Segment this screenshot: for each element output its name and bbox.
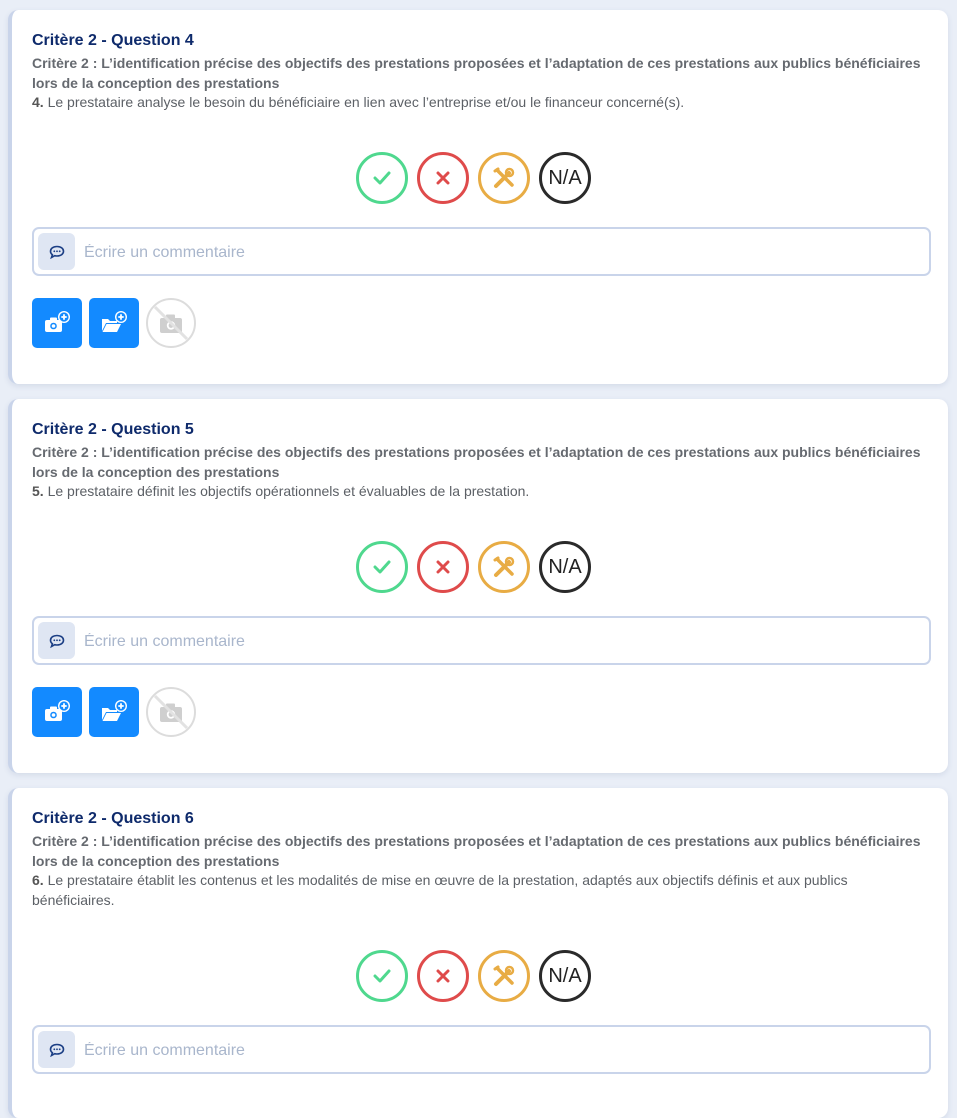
no-photo-button [146, 687, 196, 737]
comment-icon [38, 1031, 75, 1068]
question-card-4: Critère 2 - Question 4 Critère 2 : L’ide… [8, 10, 948, 384]
question-number: 4. [32, 94, 44, 110]
add-file-button[interactable] [89, 298, 139, 348]
answer-amelioration-button[interactable] [478, 950, 530, 1002]
question-title: Critère 2 - Question 4 [32, 32, 194, 49]
comment-box [32, 616, 931, 665]
question-text: 6. Le prestataire établit les contenus e… [32, 870, 892, 910]
comment-icon [38, 233, 75, 270]
answer-na-button[interactable]: N/A [539, 950, 591, 1002]
add-photo-button[interactable] [32, 687, 82, 737]
question-body: Le prestataire établit les contenus et l… [32, 872, 848, 908]
no-photo-icon [153, 694, 189, 730]
question-number: 6. [32, 872, 44, 888]
answer-group: N/A [356, 950, 591, 1002]
tools-icon [493, 965, 515, 986]
answer-amelioration-button[interactable] [478, 152, 530, 204]
question-text: 4. Le prestataire analyse le besoin du b… [32, 92, 892, 112]
no-photo-button [146, 298, 196, 348]
answer-conforme-button[interactable] [356, 541, 408, 593]
check-icon [373, 969, 391, 983]
cross-icon [436, 560, 450, 574]
question-title: Critère 2 - Question 6 [32, 810, 194, 827]
question-body: Le prestataire analyse le besoin du béné… [43, 94, 685, 110]
comment-box [32, 1025, 931, 1074]
no-photo-icon [153, 305, 189, 341]
cross-icon [436, 969, 450, 983]
answer-amelioration-button[interactable] [478, 541, 530, 593]
answer-na-button[interactable]: N/A [539, 152, 591, 204]
check-icon [373, 560, 391, 574]
comment-box [32, 227, 931, 276]
comment-icon [38, 622, 75, 659]
comment-input[interactable] [82, 229, 916, 276]
camera-add-icon [45, 311, 70, 332]
tools-icon [493, 167, 515, 188]
answer-group: N/A [356, 541, 591, 593]
tools-icon [493, 556, 515, 577]
question-title: Critère 2 - Question 5 [32, 421, 194, 438]
media-buttons [32, 298, 196, 348]
critere-text: Critère 2 : L’identification précise des… [32, 444, 921, 480]
folder-add-icon [102, 311, 127, 332]
comment-input[interactable] [82, 618, 916, 665]
question-card-6: Critère 2 - Question 6 Critère 2 : L’ide… [8, 788, 948, 1118]
add-photo-button[interactable] [32, 298, 82, 348]
media-buttons [32, 687, 196, 737]
question-number: 5. [32, 483, 44, 499]
question-body: Le prestataire définit les objectifs opé… [43, 483, 530, 499]
answer-non-conforme-button[interactable] [417, 541, 469, 593]
answer-na-button[interactable]: N/A [539, 541, 591, 593]
cross-icon [436, 171, 450, 185]
question-card-5: Critère 2 - Question 5 Critère 2 : L’ide… [8, 399, 948, 773]
add-file-button[interactable] [89, 687, 139, 737]
answer-non-conforme-button[interactable] [417, 152, 469, 204]
comment-input[interactable] [82, 1027, 916, 1074]
answer-group: N/A [356, 152, 591, 204]
check-icon [373, 171, 391, 185]
folder-add-icon [102, 700, 127, 721]
answer-non-conforme-button[interactable] [417, 950, 469, 1002]
critere-text: Critère 2 : L’identification précise des… [32, 833, 921, 869]
answer-conforme-button[interactable] [356, 950, 408, 1002]
question-text: 5. Le prestataire définit les objectifs … [32, 481, 892, 501]
camera-add-icon [45, 700, 70, 721]
critere-text: Critère 2 : L’identification précise des… [32, 55, 921, 91]
answer-conforme-button[interactable] [356, 152, 408, 204]
